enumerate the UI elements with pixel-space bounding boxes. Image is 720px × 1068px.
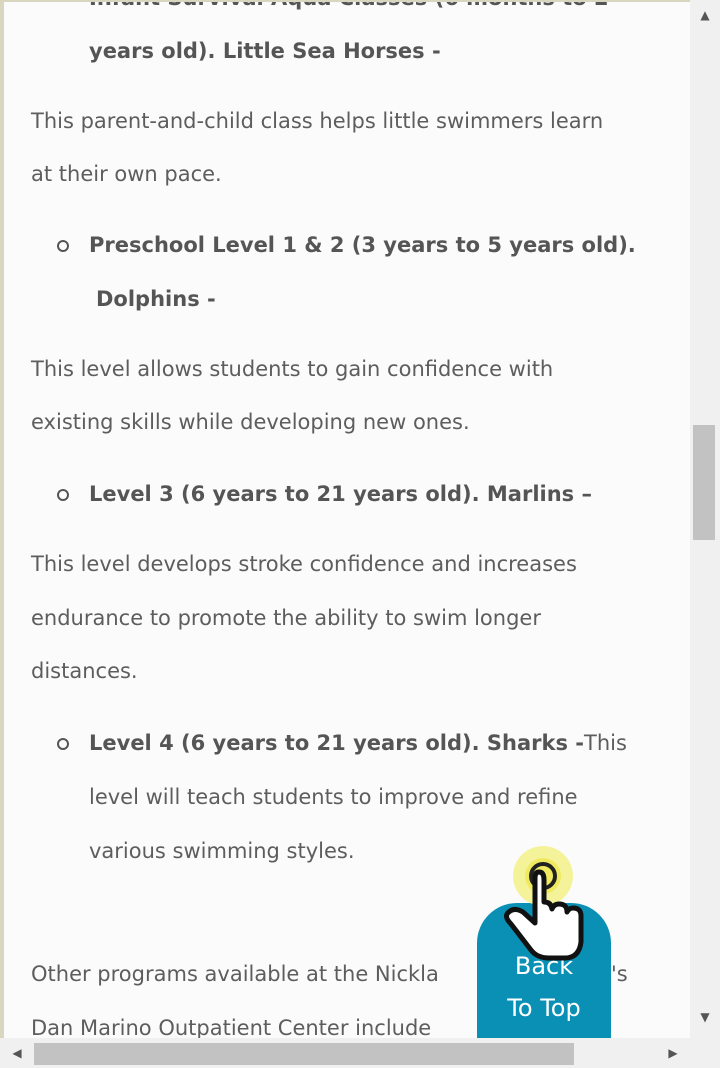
paragraph-line: This level develops stroke confidence an… xyxy=(31,552,577,576)
list-item-level4-cont: level will teach students to improve and… xyxy=(89,785,578,809)
vertical-scroll-thumb[interactable] xyxy=(693,425,715,540)
paragraph-line: at their own pace. xyxy=(31,162,222,186)
horizontal-scroll-thumb[interactable] xyxy=(34,1043,574,1065)
list-item-level3: Level 3 (6 years to 21 years old). Marli… xyxy=(89,482,592,506)
bullet-circle-icon xyxy=(57,738,69,750)
paragraph-line: endurance to promote the ability to swim… xyxy=(31,606,541,630)
paragraph-line: existing skills while developing new one… xyxy=(31,410,470,434)
arrow-down-icon[interactable]: ▼ xyxy=(690,1006,720,1028)
horizontal-scrollbar[interactable]: ◀ ▶ xyxy=(0,1038,690,1068)
bullet-circle-icon xyxy=(57,489,69,501)
list-item-infant-cut: Infant Survival Aqua Classes (6 months t… xyxy=(89,0,666,25)
paragraph-line: This level allows students to gain confi… xyxy=(31,357,554,381)
paragraph-line: This parent-and-child class helps little… xyxy=(31,109,604,133)
list-item-level4: Level 4 (6 years to 21 years old). Shark… xyxy=(89,731,627,755)
arrow-left-icon[interactable]: ◀ xyxy=(4,1038,30,1068)
list-item-preschool: Preschool Level 1 & 2 (3 years to 5 year… xyxy=(89,233,636,257)
list-item-preschool-cont: Dolphins - xyxy=(96,287,216,311)
window-border-left xyxy=(0,0,4,1068)
scrollbar-corner xyxy=(690,1038,720,1068)
bullet-circle-icon xyxy=(57,240,69,252)
arrow-up-icon[interactable]: ▲ xyxy=(690,4,720,26)
touch-hand-icon xyxy=(495,838,595,968)
window-border-top xyxy=(0,0,720,2)
back-to-top-label: To Top xyxy=(507,994,581,1022)
paragraph-line: distances. xyxy=(31,659,138,683)
arrow-right-icon[interactable]: ▶ xyxy=(660,1038,686,1068)
list-item-infant-tail: years old). Little Sea Horses - xyxy=(89,39,441,63)
vertical-scrollbar[interactable]: ▲ ▼ xyxy=(690,0,720,1038)
